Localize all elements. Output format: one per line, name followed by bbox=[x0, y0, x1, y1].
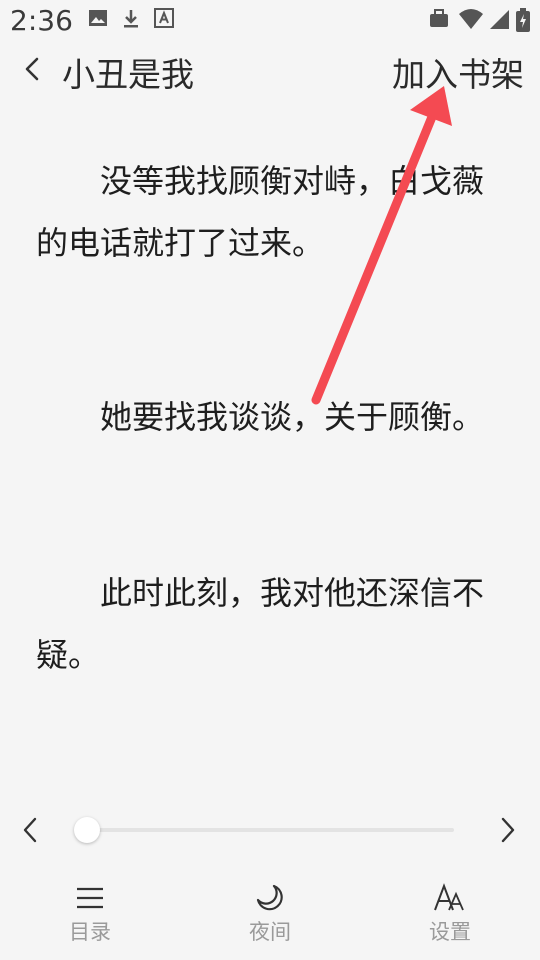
paragraph: 没等我找顾衡对峙，白戈薇的电话就打了过来。 bbox=[36, 162, 485, 262]
bottom-nav: 目录 夜间 设置 bbox=[0, 876, 540, 960]
briefcase-icon bbox=[430, 9, 448, 27]
night-label: 夜间 bbox=[249, 920, 291, 944]
previous-chapter-icon[interactable] bbox=[18, 816, 44, 844]
status-bar: 2:36 bbox=[0, 0, 540, 44]
progress-thumb[interactable] bbox=[74, 817, 100, 843]
chapter-progress bbox=[0, 806, 540, 854]
wifi-icon bbox=[459, 9, 483, 29]
font-icon bbox=[154, 8, 174, 28]
settings-label: 设置 bbox=[429, 920, 471, 944]
reading-content: 没等我找顾衡对峙，白戈薇的电话就打了过来。 她要找我谈谈，关于顾衡。 此时此刻，… bbox=[36, 150, 506, 686]
paragraph: 此时此刻，我对他还深信不疑。 bbox=[36, 574, 485, 674]
image-icon bbox=[89, 10, 107, 26]
settings-button[interactable]: 设置 bbox=[395, 876, 505, 946]
moon-icon bbox=[256, 884, 283, 911]
add-to-shelf-button[interactable]: 加入书架 bbox=[392, 48, 524, 96]
progress-track[interactable] bbox=[86, 828, 454, 832]
paragraph: 她要找我谈谈，关于顾衡。 bbox=[100, 398, 485, 436]
night-mode-button[interactable]: 夜间 bbox=[215, 876, 325, 946]
catalog-button[interactable]: 目录 bbox=[35, 876, 145, 946]
catalog-label: 目录 bbox=[69, 920, 111, 944]
battery-icon bbox=[516, 8, 530, 32]
next-chapter-icon[interactable] bbox=[494, 816, 520, 844]
font-size-icon bbox=[434, 883, 464, 911]
reader-header: 小丑是我 加入书架 bbox=[0, 44, 540, 100]
signal-icon bbox=[490, 10, 509, 29]
back-icon[interactable] bbox=[18, 54, 48, 84]
status-time: 2:36 bbox=[10, 4, 73, 37]
download-icon bbox=[124, 10, 138, 28]
book-title: 小丑是我 bbox=[62, 55, 194, 94]
menu-list-icon bbox=[77, 887, 103, 909]
